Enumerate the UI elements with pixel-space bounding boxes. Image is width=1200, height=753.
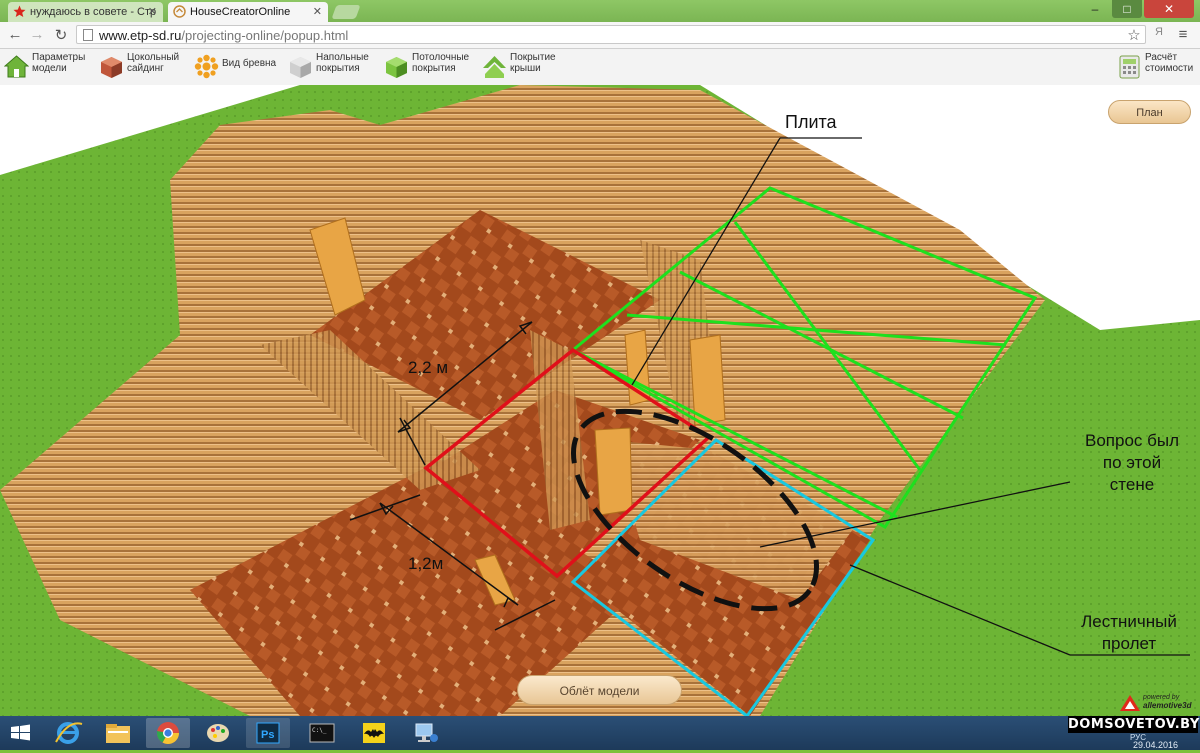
tool-cost-calculation[interactable]: Расчёт стоимости xyxy=(1117,52,1193,82)
label-question-line: Вопрос был xyxy=(1084,431,1179,450)
tab-close-icon[interactable]: ✕ xyxy=(148,2,157,22)
tool-label-1: Вид бревна xyxy=(222,58,277,69)
tool-floor-cover[interactable]: Напольные покрытия xyxy=(288,52,369,82)
new-tab-button[interactable] xyxy=(331,5,361,19)
tool-label-2: модели xyxy=(32,63,67,74)
house-favicon-icon xyxy=(173,5,186,18)
label-question-wall: Вопрос был по этой стене xyxy=(1068,430,1196,496)
tool-ceiling-cover[interactable]: Потолочные покрытия xyxy=(384,52,469,82)
tool-log-type[interactable]: Вид бревна xyxy=(194,52,276,82)
address-bar-row: ← → ↻ www.etp-sd.ru/projecting-online/po… xyxy=(0,22,1200,49)
log-type-icon xyxy=(194,54,219,79)
batman-icon[interactable] xyxy=(352,718,396,748)
tool-label-2: покрытия xyxy=(412,63,456,74)
app-toolbar: Параметры модели Цокольный сайдинг Вид б… xyxy=(0,49,1200,85)
siding-icon xyxy=(101,57,122,78)
svg-text:C:\_: C:\_ xyxy=(312,727,327,734)
chrome-menu-icon[interactable]: ≡ xyxy=(1174,26,1192,43)
label-question-line: по этой xyxy=(1102,453,1162,472)
browser-tab-bar: нуждаюсь в совете - Стр ✕ HouseCreatorOn… xyxy=(0,0,1200,22)
powered-by-logo: powered by allemotive3d xyxy=(1117,692,1197,714)
watermark-site: DOMSOVETOV.BY xyxy=(1068,716,1200,733)
cmd-icon[interactable]: C:\_ xyxy=(300,718,344,748)
tool-label-2: покрытия xyxy=(316,63,360,74)
maximize-button[interactable]: □ xyxy=(1112,0,1142,18)
powered-brand: allemotive3d xyxy=(1143,701,1192,710)
svg-text:Ps: Ps xyxy=(261,729,274,741)
label-stair-line: пролет xyxy=(1101,634,1157,653)
door xyxy=(594,427,633,516)
star-favicon-icon xyxy=(13,5,26,17)
tool-label-1: Расчёт xyxy=(1145,52,1178,63)
tab-label: HouseCreatorOnline xyxy=(190,6,291,18)
label-stairwell: Лестничный пролет xyxy=(1060,611,1198,655)
allemotive-logo-icon xyxy=(1120,695,1140,711)
paint-icon[interactable] xyxy=(196,718,240,748)
tool-label-1: Параметры xyxy=(32,52,86,63)
label-stair-line: Лестничный xyxy=(1081,612,1177,631)
url-input[interactable]: www.etp-sd.ru/projecting-online/popup.ht… xyxy=(76,25,1146,44)
floor-cover-icon xyxy=(290,57,311,78)
label-dimension-long: 2,2 м xyxy=(408,358,449,377)
roof-cover-icon xyxy=(483,56,506,78)
tool-label-1: Потолочные xyxy=(412,52,470,63)
back-arrow-icon[interactable]: ← xyxy=(6,26,24,43)
label-plate: Плита xyxy=(785,112,837,132)
tool-siding[interactable]: Цокольный сайдинг xyxy=(99,52,179,82)
network-icon[interactable] xyxy=(404,718,448,748)
close-glyph: ✕ xyxy=(1163,2,1175,16)
tool-roof-cover[interactable]: Покрытие крыши xyxy=(482,52,556,82)
label-question-line: стене xyxy=(1109,475,1155,494)
tool-label-2: стоимости xyxy=(1145,63,1194,74)
reload-icon[interactable]: ↻ xyxy=(52,26,70,44)
tab-housecreator[interactable]: HouseCreatorOnline ✕ xyxy=(168,2,328,22)
photoshop-icon[interactable]: Ps xyxy=(246,718,290,748)
ie-icon[interactable] xyxy=(46,718,90,748)
explorer-icon[interactable] xyxy=(96,718,140,748)
windows-taskbar: Ps C:\_ xyxy=(0,716,1200,750)
flyover-button[interactable]: Облёт модели xyxy=(517,675,682,705)
close-window-button[interactable]: ✕ xyxy=(1144,0,1194,18)
tool-label-2: крыши xyxy=(510,63,541,74)
tab-close-icon[interactable]: ✕ xyxy=(313,2,322,22)
plan-button[interactable]: План xyxy=(1108,100,1191,124)
tab-forum[interactable]: нуждаюсь в совете - Стр ✕ xyxy=(8,2,163,22)
maximize-glyph: □ xyxy=(1123,2,1131,16)
door xyxy=(624,329,651,406)
house-params-icon xyxy=(4,55,29,78)
tool-label-2: сайдинг xyxy=(127,63,164,74)
tool-label-1: Покрытие xyxy=(510,52,556,63)
ceiling-cover-icon xyxy=(386,57,407,78)
label-dimension-short: 1,2м xyxy=(408,554,444,573)
tool-label-1: Напольные xyxy=(316,52,369,63)
page-icon xyxy=(83,29,93,41)
url-host: www.etp-sd.ru xyxy=(99,28,182,43)
windows-start-icon[interactable] xyxy=(0,718,40,748)
forward-arrow-icon[interactable]: → xyxy=(28,26,46,43)
translate-icon[interactable]: Я xyxy=(1150,26,1168,38)
minimize-button[interactable]: – xyxy=(1080,0,1110,18)
calculator-icon xyxy=(1119,55,1140,79)
tab-label: нуждаюсь в совете - Стр xyxy=(30,6,157,18)
tray-date[interactable]: 29.04.2016 xyxy=(1133,740,1178,750)
chrome-icon[interactable] xyxy=(146,718,190,748)
tool-model-params[interactable]: Параметры модели xyxy=(4,52,85,82)
house-3d-viewport[interactable] xyxy=(0,85,1200,716)
tool-label-1: Цокольный xyxy=(127,52,180,63)
bookmark-star-icon[interactable]: ☆ xyxy=(1125,26,1143,44)
url-path: /projecting-online/popup.html xyxy=(181,28,349,43)
